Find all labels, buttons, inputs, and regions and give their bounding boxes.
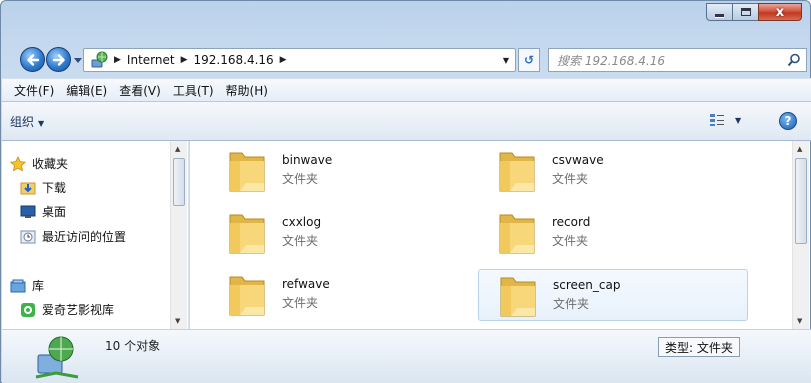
search-placeholder: 搜索 192.168.4.16 <box>557 53 665 68</box>
breadcrumb-host[interactable]: 192.168.4.16 <box>194 53 274 67</box>
folder-icon <box>229 214 265 254</box>
refresh-icon: ↺ <box>523 53 535 67</box>
maximize-button[interactable] <box>732 3 758 21</box>
menu-tools[interactable]: 工具(T) <box>167 82 220 99</box>
details-pane: 10 个对象 类型: 文件夹 <box>2 329 811 383</box>
folder-name: screen_cap <box>553 278 621 292</box>
explorer-window: x ▶ Internet ▶ 192.168.4.16 ▶ ▼ ↺ 搜索 192… <box>0 0 811 383</box>
organize-button[interactable]: 组织 ▼ <box>10 113 44 130</box>
folder-type: 文件夹 <box>282 172 319 186</box>
nav-item-label: 爱奇艺影视库 <box>42 303 115 317</box>
folder-item[interactable]: cxxlog 文件夹 <box>208 207 478 259</box>
minimize-icon <box>715 13 724 17</box>
folder-type: 文件夹 <box>553 297 590 311</box>
menu-help[interactable]: 帮助(H) <box>220 82 274 99</box>
nav-item-label: 下载 <box>42 181 67 195</box>
chevron-down-icon: ▼ <box>38 119 45 128</box>
recent-places-icon <box>20 230 36 243</box>
command-bar: 组织 ▼ ▼ ? <box>2 102 811 141</box>
file-list: binwave 文件夹 csvwave 文件夹 cxxlog 文件夹 record 文件夹 re… <box>190 141 810 329</box>
scroll-thumb[interactable] <box>795 158 807 244</box>
breadcrumb-separator-icon[interactable]: ▶ <box>280 55 287 65</box>
help-button[interactable]: ? <box>779 112 797 130</box>
menu-file[interactable]: 文件(F) <box>8 82 60 99</box>
folder-type: 文件夹 <box>552 234 589 248</box>
view-options-icon <box>710 114 724 126</box>
nav-item-iqiyi-library[interactable]: 爱奇艺影视库 <box>20 301 114 318</box>
refresh-button[interactable]: ↺ <box>518 48 540 72</box>
folder-icon <box>499 214 535 254</box>
address-bar[interactable]: ▶ Internet ▶ 192.168.4.16 ▶ ▼ <box>83 48 516 72</box>
chevron-down-icon: ▼ <box>735 115 742 125</box>
recent-pages-dropdown-icon[interactable] <box>73 55 83 65</box>
forward-arrow-icon <box>52 53 65 66</box>
folder-name: refwave <box>282 277 330 291</box>
help-icon: ? <box>784 114 792 128</box>
window-controls: x <box>706 3 802 21</box>
folder-item[interactable]: record 文件夹 <box>478 207 748 259</box>
menu-bar: 文件(F) 编辑(E) 查看(V) 工具(T) 帮助(H) <box>2 78 811 102</box>
menu-view[interactable]: 查看(V) <box>113 82 167 99</box>
folder-icon <box>229 276 265 316</box>
close-button[interactable]: x <box>758 3 802 21</box>
folder-item[interactable]: screen_cap 文件夹 <box>478 269 748 321</box>
nav-pane-scrollbar[interactable]: ▲ ▼ <box>170 141 187 329</box>
star-icon <box>10 155 26 171</box>
folder-name: cxxlog <box>282 215 322 229</box>
maximize-icon <box>740 8 751 16</box>
network-globe-icon <box>91 51 108 68</box>
nav-item-label: 收藏夹 <box>32 157 69 171</box>
organize-label: 组织 <box>10 115 35 129</box>
navigation-row: ▶ Internet ▶ 192.168.4.16 ▶ ▼ ↺ 搜索 192.1… <box>1 45 811 75</box>
nav-item-desktop[interactable]: 桌面 <box>20 203 66 220</box>
folder-type: 文件夹 <box>282 234 319 248</box>
object-count: 10 个对象 <box>105 339 161 353</box>
desktop-icon <box>20 205 36 218</box>
nav-item-favorites[interactable]: 收藏夹 <box>10 155 68 172</box>
folder-name: record <box>552 215 591 229</box>
type-filter-badge[interactable]: 类型: 文件夹 <box>658 337 740 357</box>
scroll-up-icon[interactable]: ▲ <box>175 145 180 153</box>
file-list-scrollbar[interactable]: ▲ ▼ <box>792 141 809 329</box>
nav-item-label: 桌面 <box>42 205 67 219</box>
search-icon[interactable] <box>787 53 801 67</box>
nav-item-downloads[interactable]: 下载 <box>20 179 66 196</box>
folder-icon <box>500 277 536 317</box>
minimize-button[interactable] <box>706 3 732 21</box>
nav-item-libraries[interactable]: 库 <box>10 277 44 294</box>
address-dropdown-icon[interactable]: ▼ <box>497 49 515 71</box>
folder-type: 文件夹 <box>552 172 589 186</box>
breadcrumb-separator-icon[interactable]: ▶ <box>114 55 121 65</box>
close-icon: x <box>775 4 785 20</box>
breadcrumb-separator-icon[interactable]: ▶ <box>181 55 188 65</box>
back-button[interactable] <box>20 47 45 72</box>
nav-item-recent-places[interactable]: 最近访问的位置 <box>20 228 126 245</box>
folder-icon <box>499 152 535 192</box>
back-arrow-icon <box>26 53 39 66</box>
folder-name: csvwave <box>552 153 604 167</box>
folder-item[interactable]: binwave 文件夹 <box>208 145 478 197</box>
network-location-icon <box>35 336 79 379</box>
folder-item[interactable]: refwave 文件夹 <box>208 269 478 321</box>
download-folder-icon <box>20 182 36 194</box>
navigation-pane: 收藏夹 下载 桌面 最近访问的位置 库 爱奇艺影视库 ▲ ▼ <box>2 141 189 329</box>
change-view-button[interactable]: ▼ <box>709 113 741 127</box>
folder-type: 文件夹 <box>282 296 319 310</box>
iqiyi-icon <box>21 302 35 317</box>
forward-button[interactable] <box>46 47 71 72</box>
scroll-up-icon[interactable]: ▲ <box>797 145 802 153</box>
menu-edit[interactable]: 编辑(E) <box>60 82 113 99</box>
library-icon <box>10 279 26 292</box>
search-input[interactable]: 搜索 192.168.4.16 <box>548 48 807 72</box>
folder-icon <box>229 152 265 192</box>
folder-name: binwave <box>282 153 333 167</box>
scroll-down-icon[interactable]: ▼ <box>175 317 180 325</box>
breadcrumb-internet[interactable]: Internet <box>127 53 175 67</box>
folder-item[interactable]: csvwave 文件夹 <box>478 145 748 197</box>
scroll-thumb[interactable] <box>173 158 185 206</box>
nav-item-label: 最近访问的位置 <box>42 230 127 244</box>
nav-item-label: 库 <box>32 279 45 293</box>
scroll-down-icon[interactable]: ▼ <box>797 317 802 325</box>
